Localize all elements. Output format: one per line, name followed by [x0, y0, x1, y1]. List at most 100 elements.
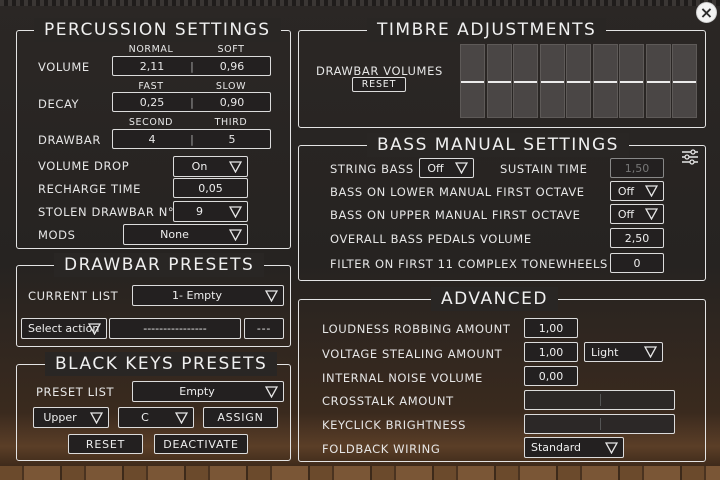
string-bass-value: Off [427, 161, 444, 175]
foldback-wiring-value: Standard [531, 441, 582, 454]
drawbar-second-label: SECOND [128, 117, 174, 128]
settings-sliders-icon[interactable] [681, 149, 699, 165]
drawbar-volumes-label: DRAWBAR VOLUMES [316, 64, 443, 78]
manual-select[interactable]: Upper [33, 407, 109, 428]
tonewheel-filter-label: FILTER ON FIRST 11 COMPLEX TONEWHEELS [330, 257, 608, 271]
chevron-down-icon [88, 322, 101, 335]
drawbar-third-label: THIRD [214, 117, 248, 128]
bass-lower-first-octave-label: BASS ON LOWER MANUAL FIRST OCTAVE [330, 185, 585, 199]
current-list-label: CURRENT LIST [28, 289, 119, 303]
decay-fast-label: FAST [138, 81, 164, 92]
black-keys-presets-title: BLACK KEYS PRESETS [45, 352, 278, 376]
stolen-drawbar-value: 9 [196, 205, 203, 218]
drawbar-second-value[interactable]: 4 [113, 130, 191, 148]
drawbar-presets-title: DRAWBAR PRESETS [54, 253, 265, 277]
foldback-wiring-select[interactable]: Standard [524, 437, 624, 458]
mods-select[interactable]: None [123, 224, 248, 245]
internal-noise-label: INTERNAL NOISE VOLUME [322, 371, 483, 385]
mods-value: None [160, 228, 189, 241]
drawbar-volume-7[interactable] [619, 44, 644, 118]
bass-manual-settings-title: BASS MANUAL SETTINGS [367, 133, 629, 157]
recharge-time-label: RECHARGE TIME [38, 182, 142, 196]
drawbar-volume-level [461, 81, 484, 83]
drawbar-volume-level [593, 81, 617, 83]
timbre-reset-button[interactable]: RESET [352, 77, 406, 92]
voltage-stealing-field[interactable]: 1,00 [524, 342, 578, 362]
chevron-down-icon [229, 160, 242, 173]
drawbar-volume-2[interactable] [486, 44, 512, 118]
bass-pedals-volume-label: OVERALL BASS PEDALS VOLUME [330, 232, 532, 246]
drawbar-volume-1[interactable] [460, 44, 485, 118]
timbre-adjustments-title: TIMBRE ADJUSTMENTS [367, 18, 607, 42]
volume-drop-label: VOLUME DROP [38, 159, 130, 173]
bass-upper-first-octave-select[interactable]: Off [610, 204, 664, 224]
drawbar-label: DRAWBAR [38, 133, 101, 147]
decay-slow-value[interactable]: 0,90 [193, 93, 271, 111]
chevron-down-icon [645, 208, 658, 220]
manual-value: Upper [43, 411, 77, 424]
select-action-value: Select action [28, 322, 100, 335]
preset-list-select[interactable]: Empty [132, 381, 284, 402]
chevron-down-icon [605, 441, 618, 454]
assign-button[interactable]: ASSIGN [203, 407, 278, 428]
drawbar-third-value[interactable]: 5 [193, 130, 271, 148]
internal-noise-field[interactable]: 0,00 [524, 366, 578, 386]
crosstalk-slider[interactable] [524, 390, 675, 410]
drawbar-volume-8[interactable] [645, 44, 671, 118]
crosstalk-slider-center [599, 394, 601, 406]
recharge-time-field[interactable]: 0,05 [173, 178, 248, 198]
drawbar-volume-3[interactable] [513, 44, 538, 118]
crosstalk-label: CROSSTALK AMOUNT [322, 394, 454, 408]
bass-pedals-volume-field[interactable]: 2,50 [610, 228, 664, 248]
drawbar-volume-level [646, 81, 670, 83]
drawbar-volume-level [567, 81, 590, 83]
deactivate-button[interactable]: DEACTIVATE [154, 434, 248, 454]
chevron-down-icon [90, 411, 103, 424]
volume-normal-label: NORMAL [128, 44, 174, 55]
decay-fast-value[interactable]: 0,25 [113, 93, 191, 111]
decay-label: DECAY [38, 97, 80, 111]
preset-name-field[interactable]: ---------------- [109, 318, 241, 339]
volume-soft-value[interactable]: 0,96 [193, 57, 271, 75]
reset-button[interactable]: RESET [68, 434, 143, 454]
voltage-stealing-mode-select[interactable]: Light [584, 342, 663, 362]
bass-lower-first-octave-select[interactable]: Off [610, 181, 664, 201]
drawbar-pair-field: 4 | 5 [112, 129, 271, 149]
drawbar-volume-level [620, 81, 643, 83]
string-bass-select[interactable]: Off [419, 158, 474, 178]
volume-soft-label: SOFT [217, 44, 245, 55]
loudness-robbing-field[interactable]: 1,00 [524, 318, 578, 338]
close-button[interactable]: × [696, 2, 717, 23]
drawbar-volume-4[interactable] [539, 44, 565, 118]
foldback-wiring-label: FOLDBACK WIRING [322, 442, 441, 456]
current-list-value: 1- Empty [172, 289, 222, 302]
drawbar-volume-9[interactable] [672, 44, 697, 118]
preset-list-label: PRESET LIST [36, 385, 115, 399]
sustain-time-field[interactable]: 1,50 [610, 158, 664, 178]
bass-upper-first-octave-value: Off [617, 207, 635, 221]
stolen-drawbar-select[interactable]: 9 [173, 201, 248, 222]
key-value: C [141, 411, 149, 424]
preset-more-button[interactable]: --- [244, 318, 284, 339]
chevron-down-icon [645, 185, 658, 197]
select-action-dropdown[interactable]: Select action [21, 318, 107, 339]
volume-label: VOLUME [38, 60, 90, 74]
drawbar-volume-5[interactable] [566, 44, 591, 118]
volume-drop-select[interactable]: On [173, 156, 248, 177]
tonewheel-filter-field[interactable]: 0 [610, 253, 664, 273]
drawbar-volume-6[interactable] [592, 44, 618, 118]
drawbar-volume-level [540, 81, 564, 83]
chevron-down-icon [229, 205, 242, 218]
drawbar-volumes-grid [460, 44, 698, 118]
voltage-stealing-mode-value: Light [591, 345, 619, 359]
bass-upper-first-octave-label: BASS ON UPPER MANUAL FIRST OCTAVE [330, 208, 581, 222]
stolen-drawbar-label: STOLEN DRAWBAR N° [38, 205, 175, 219]
loudness-robbing-label: LOUDNESS ROBBING AMOUNT [322, 322, 511, 336]
percussion-settings-title: PERCUSSION SETTINGS [34, 18, 281, 42]
bass-lower-first-octave-value: Off [617, 184, 635, 198]
keyclick-brightness-slider[interactable] [524, 414, 675, 434]
current-list-select[interactable]: 1- Empty [132, 285, 284, 306]
volume-normal-value[interactable]: 2,11 [113, 57, 191, 75]
key-select[interactable]: C [118, 407, 194, 428]
voltage-stealing-label: VOLTAGE STEALING AMOUNT [322, 347, 503, 361]
